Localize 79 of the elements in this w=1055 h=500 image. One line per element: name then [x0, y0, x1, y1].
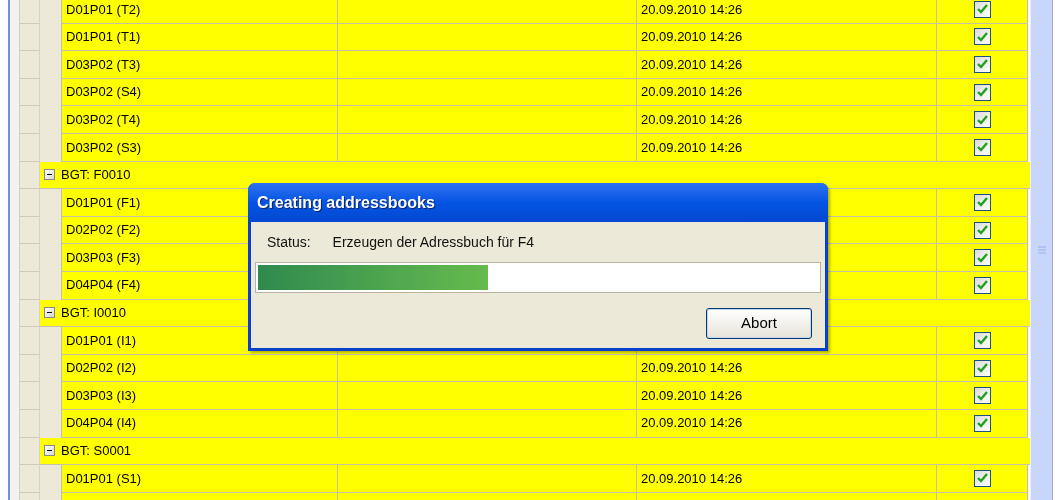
row-header[interactable]: [20, 106, 40, 134]
collapse-icon[interactable]: [44, 445, 55, 457]
checkbox[interactable]: [973, 56, 991, 73]
name-cell: D03P02 (T3): [62, 51, 338, 79]
row-header[interactable]: [20, 382, 40, 410]
checkmark-icon: [976, 114, 988, 125]
name-cell: D03P02 (S4): [62, 78, 338, 107]
row-header[interactable]: [20, 327, 40, 355]
checkmark-icon: [976, 335, 988, 346]
checkbox[interactable]: [973, 83, 991, 101]
indent-cell: [40, 133, 62, 162]
checkmark-icon: [976, 363, 988, 373]
checkmark-icon: [976, 252, 988, 263]
row-header[interactable]: [20, 354, 40, 383]
date-cell: 20.09.2010 14:26: [637, 51, 937, 79]
group-label: BGT: I0010: [61, 304, 127, 323]
date-cell: 20.09.2010 14:26: [637, 23, 937, 52]
row-header[interactable]: [20, 409, 40, 438]
checkbox[interactable]: [973, 0, 991, 18]
checkmark-icon: [976, 59, 988, 70]
row-header[interactable]: [20, 189, 40, 217]
checkbox[interactable]: [973, 221, 991, 239]
name-cell: D01P01 (S1): [62, 465, 338, 493]
checkmark-icon: [976, 142, 988, 153]
checkmark-icon: [976, 473, 988, 484]
date-cell: 20.09.2010 14:26: [637, 78, 937, 107]
checkbox[interactable]: [973, 469, 991, 487]
row-header[interactable]: [20, 271, 40, 300]
indent-cell: [40, 465, 62, 493]
name-cell: D03P02 (S3): [62, 133, 338, 162]
checkbox[interactable]: [973, 111, 991, 129]
checkbox[interactable]: [973, 331, 991, 349]
checkbox[interactable]: [973, 359, 991, 377]
row-header[interactable]: [20, 51, 40, 79]
checkmark-icon: [976, 197, 988, 208]
row-header[interactable]: [20, 216, 40, 245]
indent-cell: [40, 409, 62, 438]
name-cell: D01P01 (T2): [62, 0, 338, 24]
row-header[interactable]: [20, 0, 40, 24]
checkbox[interactable]: [973, 138, 991, 156]
collapse-icon[interactable]: [44, 307, 55, 319]
row-header[interactable]: [20, 23, 40, 52]
name-cell: D03P02 (T4): [62, 106, 338, 134]
group-row[interactable]: BGT: S0001: [40, 437, 1030, 466]
name-cell: D04P04 (I4): [62, 409, 338, 438]
checkbox[interactable]: [973, 276, 991, 294]
name-cell: D01P01 (T1): [62, 23, 338, 52]
row-header[interactable]: [20, 244, 40, 272]
checkmark-icon: [976, 390, 988, 401]
checkbox[interactable]: [973, 193, 991, 211]
group-label: BGT: S0001: [61, 442, 132, 461]
name-cell: D03P03 (I3): [62, 382, 338, 410]
scrollbar[interactable]: [1030, 0, 1052, 500]
date-cell: 20.09.2010 14:26: [637, 354, 937, 383]
name-cell: D02P02 (I2): [62, 354, 338, 383]
checkbox[interactable]: [973, 249, 991, 267]
row-header[interactable]: [20, 133, 40, 162]
indent-cell: [40, 0, 62, 24]
date-cell: 20.09.2010 14:26: [637, 465, 937, 493]
date-cell: 20.09.2010 14:26: [637, 0, 937, 24]
abort-button[interactable]: Abort: [706, 308, 812, 339]
date-cell: 20.09.2010 14:26: [637, 382, 937, 410]
checkmark-icon: [976, 225, 988, 236]
checkbox[interactable]: [973, 387, 991, 405]
checkbox[interactable]: [973, 414, 991, 432]
date-cell: 20.09.2010 14:26: [637, 133, 937, 162]
checkmark-icon: [976, 418, 988, 429]
row-header[interactable]: [20, 465, 40, 493]
date-cell: 20.09.2010 14:26: [637, 409, 937, 438]
checkbox[interactable]: [973, 28, 991, 46]
group-label: BGT: F0010: [61, 166, 131, 185]
collapse-icon[interactable]: [44, 169, 55, 181]
indent-cell: [40, 189, 62, 217]
checkmark-icon: [976, 280, 988, 291]
checkmark-icon: [976, 31, 988, 42]
row-header[interactable]: [20, 78, 40, 107]
checkmark-icon: [976, 4, 988, 15]
checkmark-icon: [976, 87, 988, 98]
date-cell: 20.09.2010 14:26: [637, 106, 937, 134]
